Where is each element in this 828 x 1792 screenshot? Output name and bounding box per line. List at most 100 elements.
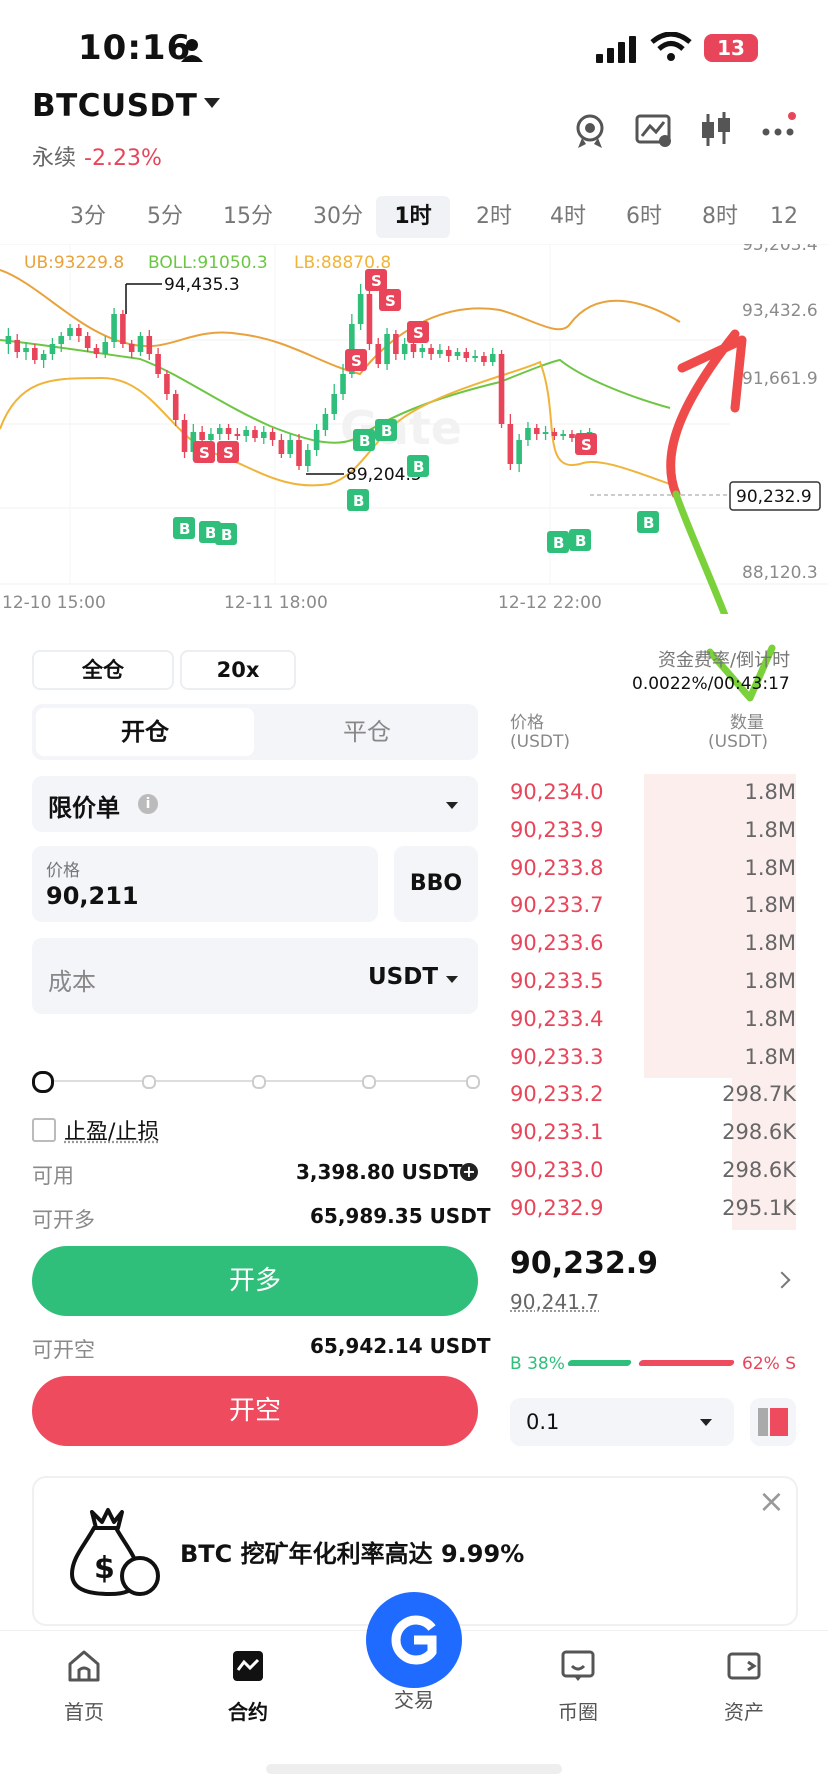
mark-price[interactable]: 90,241.7 xyxy=(510,1290,599,1314)
candle-body xyxy=(445,350,452,356)
price-input-label: 价格 xyxy=(46,861,80,881)
ask-size[interactable]: 1.8M xyxy=(744,969,796,993)
tab-2h[interactable]: 2时 xyxy=(464,196,524,238)
sell-marker-label: S xyxy=(413,324,424,342)
ask-price[interactable]: 90,233.2 xyxy=(510,1082,604,1106)
wifi-icon xyxy=(650,32,692,61)
ask-price[interactable]: 90,232.9 xyxy=(510,1196,604,1220)
ask-size[interactable]: 1.8M xyxy=(744,856,796,880)
depth-step-select[interactable]: 0.1 xyxy=(510,1398,734,1446)
candle-body xyxy=(252,430,258,438)
community-icon xyxy=(561,1650,595,1681)
tab-15m[interactable]: 15分 xyxy=(210,196,286,238)
ask-price[interactable]: 90,233.6 xyxy=(510,931,604,955)
funding-value: 0.0022%/00:43:17 xyxy=(632,674,790,694)
buy-marker-label: B xyxy=(179,520,190,538)
candle-body xyxy=(5,336,12,344)
ask-size[interactable]: 1.8M xyxy=(744,1007,796,1031)
ask-size[interactable]: 1.8M xyxy=(744,818,796,842)
ask-size[interactable]: 298.6K xyxy=(722,1120,796,1144)
tab-30m[interactable]: 30分 xyxy=(298,196,378,238)
leverage-button[interactable]: 20x xyxy=(180,650,296,690)
ask-size[interactable]: 298.6K xyxy=(722,1158,796,1182)
ask-size[interactable]: 1.8M xyxy=(744,893,796,917)
slider-handle[interactable] xyxy=(32,1071,54,1093)
open-short-button[interactable]: 开空 xyxy=(32,1376,478,1446)
candle-body xyxy=(58,336,65,344)
order-type-select[interactable]: 限价单 i xyxy=(32,776,478,832)
trade-icon xyxy=(391,1615,437,1665)
candle-body xyxy=(40,354,47,360)
ask-price[interactable]: 90,233.0 xyxy=(510,1158,604,1182)
ask-size[interactable]: 1.8M xyxy=(744,1045,796,1069)
tab-4h[interactable]: 4时 xyxy=(538,196,598,238)
tpsl-label[interactable]: 止盈/止损 xyxy=(64,1114,159,1146)
ask-price[interactable]: 90,233.3 xyxy=(510,1045,604,1069)
pair-selector[interactable]: BTCUSDT xyxy=(32,88,197,124)
open-long-button[interactable]: 开多 xyxy=(32,1246,478,1316)
tab-8h[interactable]: 8时 xyxy=(690,196,750,238)
nav-assets[interactable]: 资产 xyxy=(684,1648,804,1725)
price-input[interactable]: 价格 90,211 xyxy=(32,846,378,922)
candlestick-icon[interactable] xyxy=(696,110,736,150)
tpsl-checkbox[interactable] xyxy=(32,1118,56,1142)
ask-size[interactable]: 298.7K xyxy=(722,1082,796,1106)
nav-contract[interactable]: 合约 xyxy=(188,1648,308,1725)
tab-close[interactable]: 平仓 xyxy=(260,708,474,756)
ask-price[interactable]: 90,233.4 xyxy=(510,1007,604,1031)
cost-unit[interactable]: USDT xyxy=(368,964,438,990)
chart-settings-icon[interactable] xyxy=(634,110,674,150)
more-icon[interactable] xyxy=(758,110,798,150)
ask-price[interactable]: 90,233.9 xyxy=(510,818,604,842)
ask-price[interactable]: 90,233.7 xyxy=(510,893,604,917)
slider-step-50[interactable] xyxy=(252,1075,266,1089)
tab-open[interactable]: 开仓 xyxy=(36,708,254,756)
slider-step-100[interactable] xyxy=(466,1075,480,1089)
sell-ratio-bar xyxy=(637,1360,736,1366)
margin-mode-button[interactable]: 全仓 xyxy=(32,650,174,690)
contract-info: 永续 -2.23% xyxy=(32,140,162,172)
cost-input[interactable]: 成本 USDT xyxy=(32,938,478,1014)
candle-body xyxy=(516,440,522,464)
tab-12h[interactable]: 12 xyxy=(764,196,804,238)
tab-3m[interactable]: 3分 xyxy=(58,196,118,238)
price-axis-2: 93,432.6 xyxy=(742,301,818,321)
last-price[interactable]: 90,232.9 xyxy=(510,1246,658,1281)
chevron-right-icon[interactable] xyxy=(773,1271,791,1289)
ask-price[interactable]: 90,233.8 xyxy=(510,856,604,880)
tab-1h[interactable]: 1时 xyxy=(376,196,450,238)
kline-chart[interactable]: UB:93229.8 BOLL:91050.3 LB:88870.8 Gate … xyxy=(0,244,828,614)
nav-community[interactable]: 币圈 xyxy=(518,1648,638,1725)
ask-size[interactable]: 1.8M xyxy=(744,931,796,955)
info-icon[interactable]: i xyxy=(138,794,158,814)
ob-size-header[interactable]: 数量 xyxy=(730,708,764,733)
candle-body xyxy=(296,440,302,466)
orderbook-layout-button[interactable] xyxy=(750,1398,796,1446)
price-change: -2.23% xyxy=(84,146,162,171)
nav-community-label: 币圈 xyxy=(558,1700,598,1724)
ask-size[interactable]: 1.8M xyxy=(744,780,796,804)
add-funds-icon[interactable]: + xyxy=(460,1163,478,1181)
slider-step-25[interactable] xyxy=(142,1075,156,1089)
tab-5m[interactable]: 5分 xyxy=(132,196,198,238)
boll-indicator: BOLL:91050.3 xyxy=(148,253,268,273)
ask-price[interactable]: 90,234.0 xyxy=(510,780,604,804)
candle-body xyxy=(155,354,161,374)
available-value: 3,398.80 USDT xyxy=(296,1160,463,1184)
candle-body xyxy=(569,434,575,438)
ask-size[interactable]: 295.1K xyxy=(722,1196,796,1220)
nav-home[interactable]: 首页 xyxy=(24,1648,144,1725)
chevron-down-icon xyxy=(446,802,458,809)
tab-6h[interactable]: 6时 xyxy=(614,196,674,238)
chevron-down-icon[interactable] xyxy=(204,98,220,108)
order-type-label: 限价单 xyxy=(48,794,120,822)
signal-icon xyxy=(596,36,636,63)
ask-price[interactable]: 90,233.5 xyxy=(510,969,604,993)
badge-icon[interactable] xyxy=(570,110,610,150)
nav-trade-button[interactable] xyxy=(366,1592,462,1688)
ask-price[interactable]: 90,233.1 xyxy=(510,1120,604,1144)
bbo-button[interactable]: BBO xyxy=(394,846,478,922)
close-icon[interactable]: × xyxy=(758,1482,785,1520)
candle-body xyxy=(32,348,38,360)
slider-step-75[interactable] xyxy=(362,1075,376,1089)
